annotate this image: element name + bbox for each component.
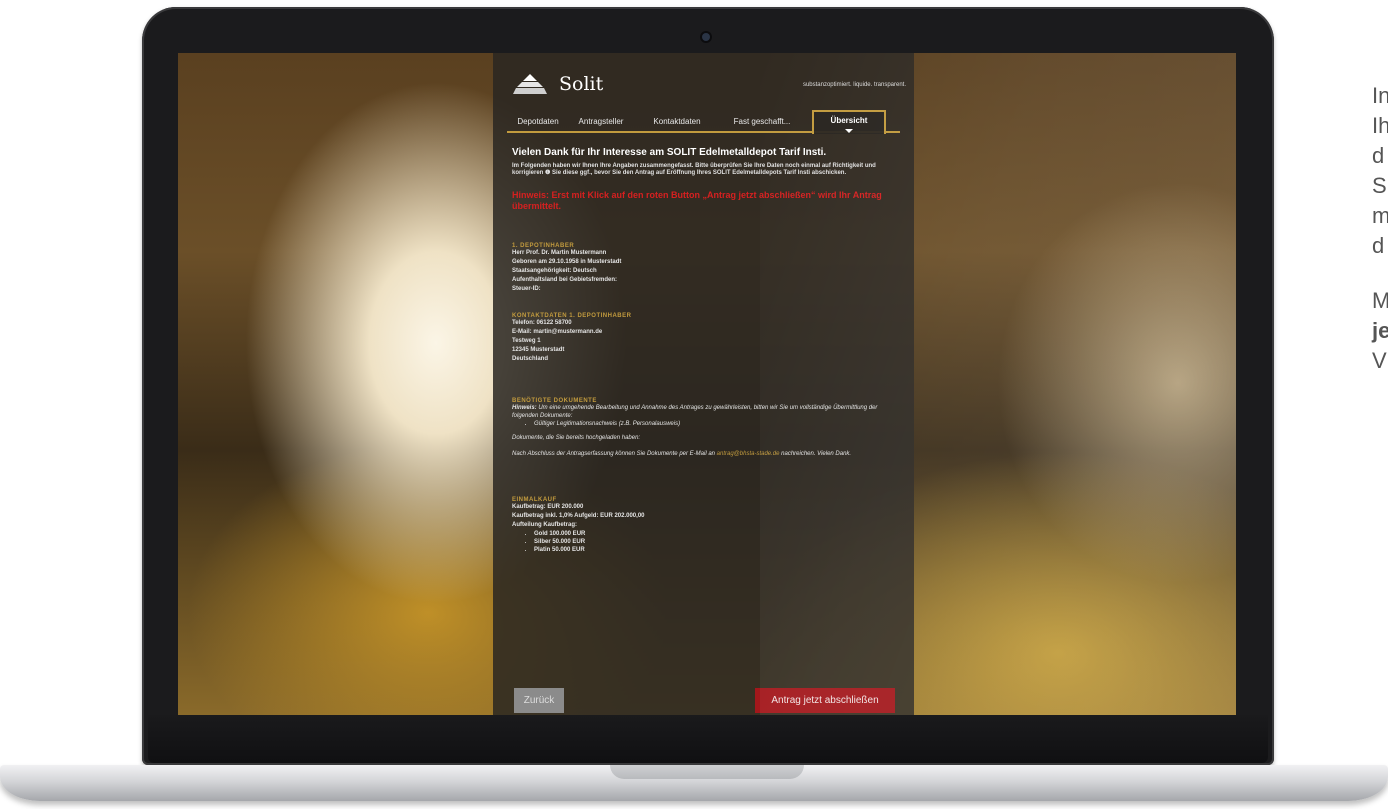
caret-down-icon xyxy=(845,129,853,133)
documents-hint: Hinweis: Um eine umgehende Bearbeitung u… xyxy=(512,404,902,420)
holder-birth: Geboren am 29.10.1958 in Musterstadt xyxy=(512,259,622,265)
documents-section: BENÖTIGTE DOKUMENTE Hinweis: Um eine umg… xyxy=(512,398,902,458)
documents-email-note: Nach Abschluss der Antragserfassung könn… xyxy=(512,450,902,458)
list-item: Platin 50.000 EUR xyxy=(534,546,902,554)
side-text-line: d xyxy=(1372,233,1385,258)
note-before: Nach Abschluss der Antragserfassung könn… xyxy=(512,451,715,457)
holder-residence: Aufenthaltsland bei Gebietsfremden: xyxy=(512,277,618,283)
uploaded-documents-text: Dokumente, die Sie bereits hochgeladen h… xyxy=(512,435,641,441)
purchase-amount-incl: Kaufbetrag inkl. 1,0% Aufgeld: EUR 202.0… xyxy=(512,513,645,519)
list-item: Gold 100.000 EUR xyxy=(534,530,902,538)
logo[interactable]: Solit xyxy=(513,73,603,95)
side-text-line: d xyxy=(1372,143,1385,168)
tab-uebersicht-label: Übersicht xyxy=(830,116,868,125)
purchase-split-list: Gold 100.000 EUR Silber 50.000 EUR Plati… xyxy=(512,530,902,554)
tab-uebersicht[interactable]: Übersicht xyxy=(812,110,886,134)
contact-country: Deutschland xyxy=(512,356,549,362)
side-text-line: je xyxy=(1372,318,1388,343)
holder-tax-id: Steuer-ID: xyxy=(512,286,541,292)
tab-depotdaten[interactable]: Depotdaten xyxy=(507,115,569,131)
solit-logo-icon xyxy=(513,74,547,94)
hint-text: Um eine umgehende Bearbeitung und Annahm… xyxy=(512,405,878,419)
side-text-line: m xyxy=(1372,203,1388,228)
depot-holder-section: 1. DEPOTINHABER Herr Prof. Dr. Martin Mu… xyxy=(512,243,902,294)
side-text-line: In xyxy=(1372,83,1388,108)
purchase-amount: Kaufbetrag: EUR 200.000 xyxy=(512,504,584,510)
contact-section: KONTAKTDATEN 1. DEPOTINHABER Telefon: 06… xyxy=(512,313,902,364)
laptop-notch xyxy=(610,765,804,779)
note-after: nachreichen. Vielen Dank. xyxy=(781,451,852,457)
holder-nationality: Staatsangehörigkeit: Deutsch xyxy=(512,268,597,274)
required-documents-list: Gültiger Legitimationsnachweis (z.B. Per… xyxy=(512,420,902,428)
step-tabs: Depotdaten Antragsteller Kontaktdaten Fa… xyxy=(507,110,900,134)
page-title: Vielen Dank für Ihr Interesse am SOLIT E… xyxy=(512,147,827,158)
purchase-split-label: Aufteilung Kaufbetrag: xyxy=(512,522,577,528)
back-button[interactable]: Zurück xyxy=(514,688,564,713)
summary-content: Vielen Dank für Ihr Interesse am SOLIT E… xyxy=(512,147,902,554)
holder-name: Herr Prof. Dr. Martin Mustermann xyxy=(512,250,607,256)
tab-kontaktdaten[interactable]: Kontaktdaten xyxy=(633,115,721,131)
contact-street: Testweg 1 xyxy=(512,338,541,344)
slogan: substanzoptimiert. liquide. transparent. xyxy=(802,82,906,88)
side-text-line: S xyxy=(1372,173,1387,198)
hint-label: Hinweis: xyxy=(512,405,537,411)
side-text-line: Ih xyxy=(1372,113,1388,138)
contact-email: E-Mail: martin@mustermann.de xyxy=(512,329,603,335)
bezel-bottom xyxy=(148,715,1268,763)
side-text-line: V xyxy=(1372,348,1387,373)
tab-antragsteller[interactable]: Antragsteller xyxy=(569,115,633,131)
side-text-line: M xyxy=(1372,288,1388,313)
submit-application-button[interactable]: Antrag jetzt abschließen xyxy=(755,688,895,713)
camera xyxy=(702,33,710,41)
list-item: Gültiger Legitimationsnachweis (z.B. Per… xyxy=(534,420,902,428)
application-panel: Solit substanzoptimiert. liquide. transp… xyxy=(493,53,914,715)
contact-phone: Telefon: 06122 58700 xyxy=(512,320,572,326)
warning-text: Hinweis: Erst mit Klick auf den roten Bu… xyxy=(512,190,882,211)
list-item: Silber 50.000 EUR xyxy=(534,538,902,546)
purchase-section: EINMALKAUF Kaufbetrag: EUR 200.000 Kaufb… xyxy=(512,497,902,554)
brand-name: Solit xyxy=(559,73,604,95)
contact-city: 12345 Musterstadt xyxy=(512,347,565,353)
email-link[interactable]: antrag@bhsta-stade.de xyxy=(717,451,780,457)
tab-fast-geschafft[interactable]: Fast geschafft... xyxy=(721,115,803,131)
intro-text: Im Folgenden haben wir Ihnen Ihre Angabe… xyxy=(512,163,876,176)
